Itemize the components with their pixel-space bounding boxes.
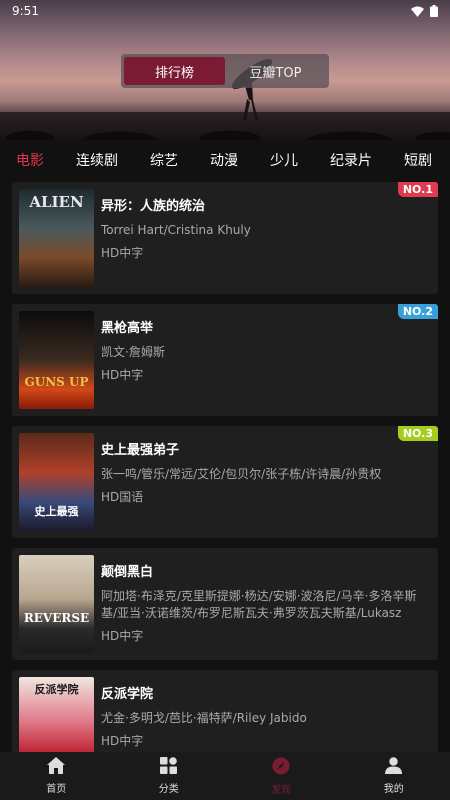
tab-item[interactable]: 短剧	[404, 150, 432, 170]
tab-item[interactable]: 纪录片	[330, 150, 372, 170]
tab-item[interactable]: 动漫	[210, 150, 238, 170]
poster-title-art: GUNS UP	[24, 375, 89, 389]
nav-item-compass[interactable]: 发现	[225, 752, 338, 800]
nav-label: 首页	[46, 784, 67, 795]
movie-title: 异形：人族的统治	[101, 199, 206, 214]
tab-item[interactable]: 连续剧	[76, 150, 118, 170]
nav-item-home[interactable]: 首页	[0, 752, 113, 800]
home-icon	[47, 757, 66, 777]
status-icons	[411, 5, 438, 17]
movie-info: 颠倒黑白阿加塔·布泽克/克里斯提娜·杨达/安娜·波洛尼/马辛·多洛辛斯基/亚当·…	[101, 555, 431, 653]
battery-icon	[430, 5, 438, 17]
movie-quality: HD中字	[101, 368, 144, 382]
status-bar: 9:51	[0, 0, 450, 22]
movie-info: 异形：人族的统治 Torrei Hart/Cristina Khuly HD中字	[101, 189, 431, 287]
tab-item[interactable]: 少儿	[270, 150, 298, 170]
movie-title: 颠倒黑白	[101, 565, 154, 580]
segment-douban-top[interactable]: 豆瓣TOP	[225, 57, 326, 85]
movie-title: 黑枪高举	[101, 321, 154, 336]
rank-badge: NO.2	[397, 304, 438, 319]
movie-card[interactable]: ALIEN 异形：人族的统治 Torrei Hart/Cristina Khuly H…	[12, 182, 438, 294]
poster-title-art: 史上最强	[34, 505, 79, 518]
movie-cast: 张一鸣/管乐/常远/艾伦/包贝尔/张子栋/许诗晨/孙贵权	[101, 467, 382, 481]
bottom-nav: 首页 分类 发现 我的	[0, 752, 450, 800]
movie-title: 史上最强弟子	[101, 443, 180, 458]
rank-badge: NO.3	[397, 426, 438, 441]
nav-label: 发现	[271, 784, 292, 796]
tab-item[interactable]: 综艺	[150, 150, 178, 170]
movie-quality: HD国语	[101, 490, 144, 504]
rank-badge: NO.1	[397, 182, 438, 197]
wifi-icon	[411, 6, 424, 17]
movie-quality: HD中字	[101, 734, 144, 748]
ranking-segment-control: 排行榜 豆瓣TOP	[121, 54, 329, 88]
movie-cast: Torrei Hart/Cristina Khuly	[101, 223, 251, 237]
movie-poster[interactable]: GUNS UP	[19, 311, 94, 409]
movie-card[interactable]: GUNS UP 黑枪高举凯文·詹姆斯 HD中字 NO.2	[12, 304, 438, 416]
movie-card[interactable]: 史上最强 史上最强弟子张一鸣/管乐/常远/艾伦/包贝尔/张子栋/许诗晨/孙贵权 HD…	[12, 426, 438, 538]
nav-item-user[interactable]: 我的	[338, 752, 450, 800]
movie-cast: 尤金·多明戈/芭比·福特萨/Riley Jabido	[101, 711, 307, 725]
movie-poster[interactable]: REVERSE	[19, 555, 94, 653]
segment-ranking[interactable]: 排行榜	[124, 57, 225, 85]
compass-icon	[272, 757, 290, 778]
movie-poster[interactable]: 史上最强	[19, 433, 94, 531]
movie-cast: 凯文·詹姆斯	[101, 345, 165, 359]
nav-label: 我的	[383, 784, 404, 795]
movie-poster[interactable]: ALIEN	[19, 189, 94, 287]
movie-info: 史上最强弟子张一鸣/管乐/常远/艾伦/包贝尔/张子栋/许诗晨/孙贵权 HD国语	[101, 433, 431, 531]
category-tabs: 电影 连续剧 综艺 动漫 少儿 纪录片 短剧	[0, 140, 450, 180]
tab-item[interactable]: 电影	[16, 150, 44, 170]
nav-item-category[interactable]: 分类	[113, 752, 226, 800]
poster-title-art: 反派学院	[34, 683, 79, 696]
movie-cast: 阿加塔·布泽克/克里斯提娜·杨达/安娜·波洛尼/马辛·多洛辛斯基/亚当·沃诺维茨…	[101, 589, 417, 620]
nav-label: 分类	[158, 784, 179, 795]
movie-list: ALIEN 异形：人族的统治 Torrei Hart/Cristina Khuly H…	[12, 182, 438, 792]
status-time: 9:51	[12, 4, 39, 18]
movie-title: 反派学院	[101, 687, 154, 702]
movie-info: 黑枪高举凯文·詹姆斯 HD中字	[101, 311, 431, 409]
user-icon	[385, 757, 403, 777]
movie-quality: HD中字	[101, 629, 144, 643]
category-icon	[160, 757, 178, 777]
poster-title-art: ALIEN	[29, 193, 84, 211]
poster-title-art: REVERSE	[23, 611, 90, 625]
movie-quality: HD中字	[101, 246, 144, 260]
movie-card[interactable]: REVERSE 颠倒黑白阿加塔·布泽克/克里斯提娜·杨达/安娜·波洛尼/马辛·多洛…	[12, 548, 438, 660]
